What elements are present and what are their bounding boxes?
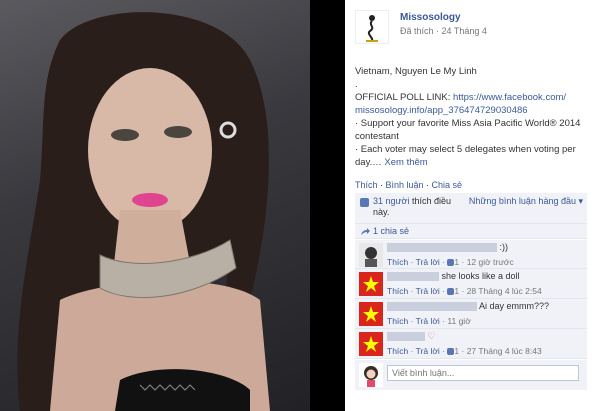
comment-text: she looks like a doll bbox=[441, 271, 520, 281]
page-logo[interactable] bbox=[355, 10, 389, 44]
comment-reply-link[interactable]: Trả lời bbox=[416, 346, 440, 356]
comment-item: ♡ Thích · Trả lời · 1 · 27 Tháng 4 lúc 8… bbox=[355, 329, 587, 359]
share-icon bbox=[361, 228, 370, 235]
comment-input[interactable] bbox=[387, 365, 579, 381]
girl-cartoon-avatar bbox=[359, 363, 383, 387]
comment-text-line: Ai day emmm??? bbox=[387, 301, 583, 312]
likes-count-link[interactable]: 31 người bbox=[373, 196, 409, 206]
post-subline: Đã thích · 24 Tháng 4 bbox=[400, 26, 487, 36]
comment-meta: Thích · Trả lời · 11 giờ bbox=[387, 316, 471, 326]
like-thumb-icon bbox=[360, 198, 369, 207]
comment-like-link[interactable]: Thích bbox=[387, 316, 408, 326]
comment-like-link[interactable]: Thích bbox=[387, 346, 408, 356]
shares-summary: 1 chia sẻ bbox=[355, 224, 587, 239]
redacted-name bbox=[387, 332, 425, 342]
comment-heart: ♡ bbox=[427, 331, 436, 341]
page-name-link[interactable]: Missosology bbox=[400, 12, 461, 23]
see-more-link[interactable]: Xem thêm bbox=[384, 157, 427, 168]
like-action[interactable]: Thích bbox=[355, 180, 378, 190]
post-dot-line: . bbox=[355, 79, 358, 90]
comment-reply-link[interactable]: Trả lời bbox=[416, 316, 440, 326]
action-sep: · bbox=[423, 180, 432, 190]
comment-text-line: ♡ bbox=[387, 331, 583, 342]
liked-status: Đã thích bbox=[400, 26, 434, 36]
shares-link[interactable]: 1 chia sẻ bbox=[373, 226, 409, 236]
comment-item: she looks like a doll Thích · Trả lời · … bbox=[355, 269, 587, 299]
comment-like-count: 1 bbox=[454, 346, 460, 356]
post-title-line: Vietnam, Nguyen Le My Linh bbox=[355, 66, 477, 77]
comment-like-link[interactable]: Thích bbox=[387, 286, 408, 296]
comment-text: Ai day emmm??? bbox=[479, 301, 550, 311]
share-action[interactable]: Chia sẻ bbox=[432, 180, 463, 190]
comment-meta: Thích · Trả lời · 1 · 28 Tháng 4 lúc 2:5… bbox=[387, 286, 542, 296]
likes-text: 31 người thích điều này. bbox=[373, 196, 465, 218]
comment-reply-link[interactable]: Trả lời bbox=[416, 257, 440, 267]
portrait-illustration bbox=[17, 12, 270, 411]
redacted-name bbox=[387, 272, 439, 282]
comment-meta: Thích · Trả lời · 1 · 12 giờ trước bbox=[387, 257, 514, 267]
each-voter-line: · Each voter may select 5 delegates when… bbox=[355, 143, 590, 169]
post-date-link[interactable]: 24 Tháng 4 bbox=[442, 26, 487, 36]
comment-time: 27 Tháng 4 lúc 8:43 bbox=[466, 346, 542, 356]
comment-item: Ai day emmm??? Thích · Trả lời · 11 giờ bbox=[355, 299, 587, 329]
comment-meta: Thích · Trả lời · 1 · 27 Tháng 4 lúc 8:4… bbox=[387, 346, 542, 356]
action-sep: · bbox=[377, 180, 386, 190]
comment-reply-link[interactable]: Trả lời bbox=[416, 286, 440, 296]
comment-like-link[interactable]: Thích bbox=[387, 257, 408, 267]
sort-comments-dropdown[interactable]: Những bình luận hàng đầu ▾ bbox=[469, 196, 583, 207]
comment-time: 28 Tháng 4 lúc 2:54 bbox=[466, 286, 542, 296]
comment-text: :)) bbox=[499, 242, 509, 252]
photo-viewer[interactable] bbox=[0, 0, 345, 411]
comment-text-line: :)) bbox=[387, 242, 583, 253]
main-photo[interactable] bbox=[0, 0, 310, 411]
comment-item: :)) Thích · Trả lời · 1 · 12 giờ trước bbox=[355, 240, 587, 269]
comment-action[interactable]: Bình luận bbox=[386, 180, 424, 190]
redacted-name bbox=[387, 243, 497, 253]
vietnam-flag-avatar[interactable] bbox=[359, 302, 383, 326]
vietnam-flag-avatar[interactable] bbox=[359, 332, 383, 356]
comment-like-count: 1 bbox=[454, 257, 460, 267]
poll-label: OFFICIAL POLL LINK: bbox=[355, 92, 451, 103]
vietnam-flag-avatar[interactable] bbox=[359, 272, 383, 296]
post-sidebar: Missosology Đã thích · 24 Tháng 4 Vietna… bbox=[345, 0, 600, 411]
support-line: · Support your favorite Miss Asia Pacifi… bbox=[355, 118, 581, 142]
commenter-avatar[interactable] bbox=[359, 243, 383, 267]
likes-summary: 31 người thích điều này. Những bình luận… bbox=[355, 193, 587, 224]
post-actions: Thích · Bình luận · Chia sẻ bbox=[355, 180, 462, 190]
logo-silhouette-icon bbox=[366, 15, 378, 42]
comment-like-count: 1 bbox=[454, 286, 460, 296]
comment-text-line: she looks like a doll bbox=[387, 271, 583, 282]
poll-link-part2: missosology.info/app_376474729030486 bbox=[355, 105, 528, 116]
post-body: Vietnam, Nguyen Le My Linh . OFFICIAL PO… bbox=[355, 65, 590, 169]
write-comment-row bbox=[355, 360, 587, 390]
comment-time: 11 giờ bbox=[447, 316, 471, 326]
redacted-name bbox=[387, 302, 477, 312]
poll-line: OFFICIAL POLL LINK: https://www.facebook… bbox=[355, 91, 590, 117]
comment-time: 12 giờ trước bbox=[466, 257, 514, 267]
poll-link-part1: https://www.facebook.com/ bbox=[453, 92, 567, 103]
